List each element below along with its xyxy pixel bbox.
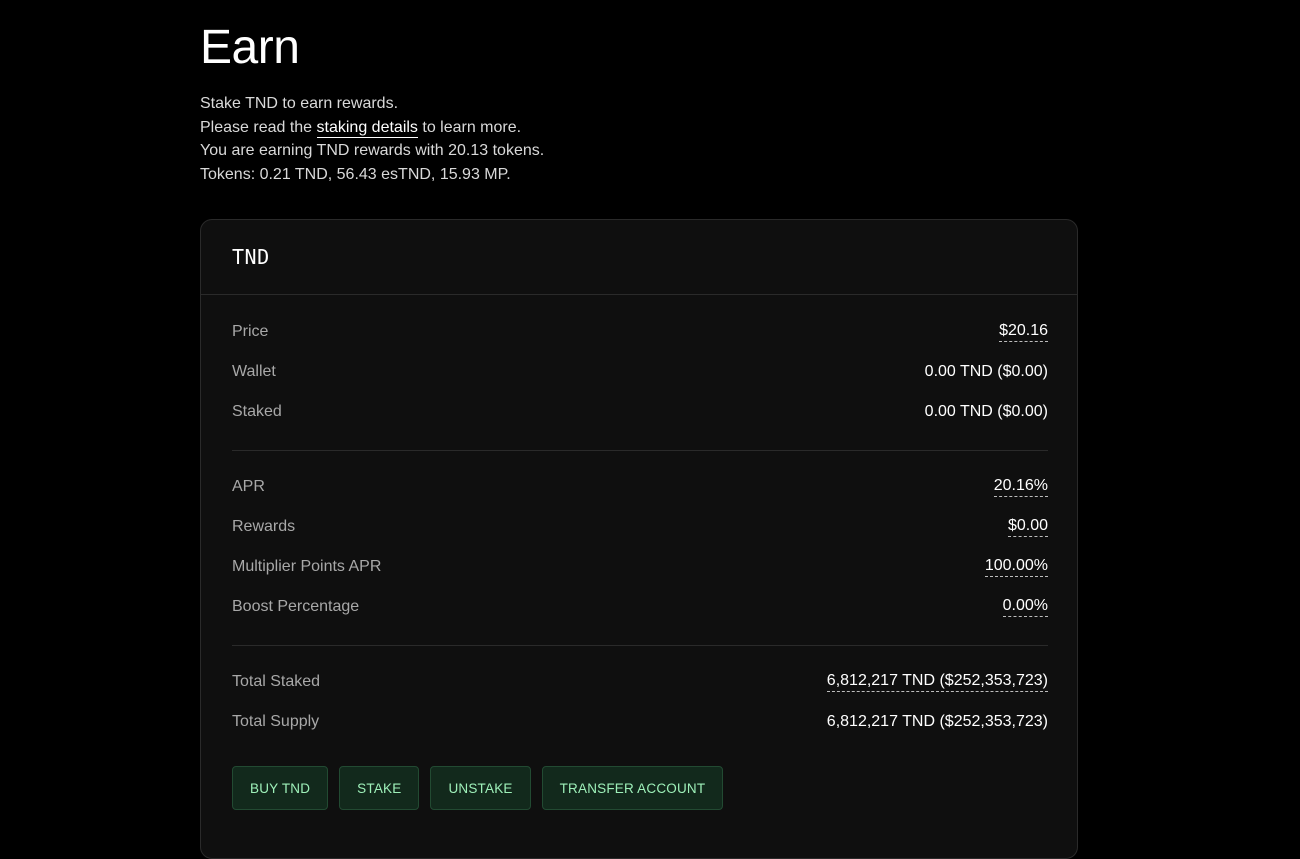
total-staked-value[interactable]: 6,812,217 TND ($252,353,723) <box>826 672 1048 692</box>
transfer-account-button[interactable]: TRANSFER ACCOUNT <box>541 766 724 810</box>
price-label: Price <box>232 323 269 340</box>
total-supply-row: Total Supply 6,812,217 TND ($252,353,723… <box>232 702 1048 742</box>
boost-value[interactable]: 0.00% <box>1002 597 1048 617</box>
total-staked-row: Total Staked 6,812,217 TND ($252,353,723… <box>232 662 1048 702</box>
staked-row: Staked 0.00 TND ($0.00) <box>232 392 1048 432</box>
wallet-row: Wallet 0.00 TND ($0.00) <box>232 352 1048 392</box>
intro-line-tokens: Tokens: 0.21 TND, 56.43 esTND, 15.93 MP. <box>200 165 511 183</box>
apr-label: APR <box>232 478 265 495</box>
intro-line-earning: You are earning TND rewards with 20.13 t… <box>200 142 545 159</box>
price-value[interactable]: $20.16 <box>999 322 1048 342</box>
wallet-value: 0.00 TND ($0.00) <box>924 363 1048 380</box>
buy-tnd-button[interactable]: BUY TND <box>232 766 329 810</box>
staked-label: Staked <box>232 403 282 420</box>
divider <box>232 645 1048 646</box>
boost-label: Boost Percentage <box>232 598 360 615</box>
staked-value: 0.00 TND ($0.00) <box>924 403 1048 420</box>
rewards-value[interactable]: $0.00 <box>1007 517 1048 537</box>
total-staked-label: Total Staked <box>232 673 321 690</box>
price-row: Price $20.16 <box>232 312 1048 352</box>
apr-row: APR 20.16% <box>232 467 1048 507</box>
card-title: TND <box>232 245 270 269</box>
rewards-row: Rewards $0.00 <box>232 507 1048 547</box>
card-body: Price $20.16 Wallet 0.00 TND ($0.00) Sta… <box>232 312 1048 742</box>
total-supply-value: 6,812,217 TND ($252,353,723) <box>826 713 1048 730</box>
intro-text: Stake TND to earn rewards. Please read t… <box>200 92 544 186</box>
divider <box>232 450 1048 451</box>
staking-details-link[interactable]: staking details <box>316 118 418 138</box>
card-header: TND <box>201 220 1077 295</box>
intro-line-stake: Stake TND to earn rewards. <box>200 95 399 112</box>
intro-line-details: Please read the staking details to learn… <box>200 116 544 140</box>
intro-suffix: to learn more. <box>417 118 522 136</box>
intro-prefix: Please read the <box>200 118 317 136</box>
page-title: Earn <box>200 21 300 74</box>
boost-row: Boost Percentage 0.00% <box>232 587 1048 627</box>
wallet-label: Wallet <box>232 363 276 380</box>
stake-button[interactable]: STAKE <box>339 766 420 810</box>
action-buttons: BUY TND STAKE UNSTAKE TRANSFER ACCOUNT <box>232 766 724 810</box>
multiplier-apr-value[interactable]: 100.00% <box>984 557 1048 577</box>
tnd-card: TND Price $20.16 Wallet 0.00 TND ($0.00)… <box>200 219 1078 859</box>
multiplier-apr-label: Multiplier Points APR <box>232 558 382 575</box>
rewards-label: Rewards <box>232 518 296 535</box>
apr-value[interactable]: 20.16% <box>993 477 1048 497</box>
total-supply-label: Total Supply <box>232 713 320 730</box>
unstake-button[interactable]: UNSTAKE <box>430 766 531 810</box>
multiplier-apr-row: Multiplier Points APR 100.00% <box>232 547 1048 587</box>
